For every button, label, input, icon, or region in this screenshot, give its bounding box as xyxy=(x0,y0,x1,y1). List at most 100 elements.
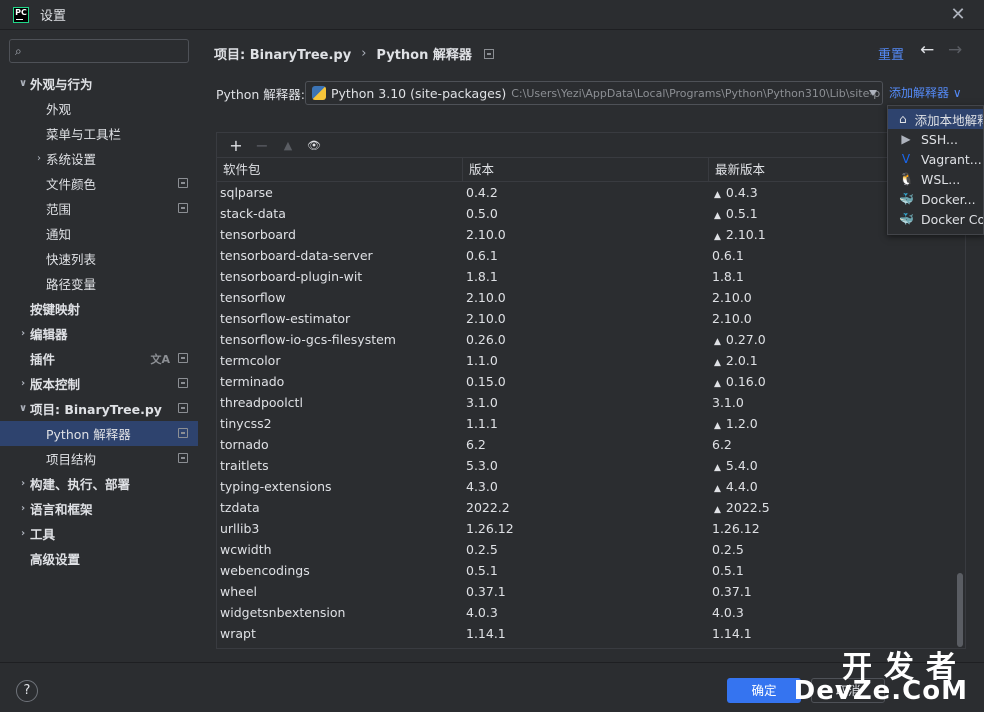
menu-item[interactable]: ⌂ 添加本地解释器 xyxy=(888,109,983,129)
table-row[interactable]: threadpoolctl 3.1.0 3.1.0 xyxy=(217,392,965,413)
sidebar-item[interactable]: 范围 xyxy=(0,196,198,221)
table-row[interactable]: traitlets 5.3.0 ▲ 5.4.0 xyxy=(217,455,965,476)
table-row[interactable]: terminado 0.15.0 ▲ 0.16.0 xyxy=(217,371,965,392)
latest-version-text: 4.4.0 xyxy=(725,479,758,494)
sidebar-item-label: 构建、执行、部署 xyxy=(30,477,131,492)
package-version: 0.6.1 xyxy=(466,248,498,263)
package-latest: 3.1.0 xyxy=(709,395,889,410)
table-row[interactable]: sqlparse 0.4.2 ▲ 0.4.3 xyxy=(217,182,965,203)
project-scope-icon xyxy=(178,353,188,363)
table-row[interactable]: tensorboard-plugin-wit 1.8.1 1.8.1 xyxy=(217,266,965,287)
terminal-icon: ▶ xyxy=(901,132,911,146)
breadcrumb-page: Python 解释器 xyxy=(376,48,472,63)
chevron-right-icon[interactable]: › xyxy=(16,503,30,514)
chevron-right-icon[interactable]: › xyxy=(16,528,30,539)
add-package-button[interactable]: + xyxy=(223,136,249,155)
table-row[interactable]: tzdata 2022.2 ▲ 2022.5 xyxy=(217,497,965,518)
table-row[interactable]: tensorflow-estimator 2.10.0 2.10.0 xyxy=(217,308,965,329)
sidebar-item[interactable]: 项目结构 xyxy=(0,446,198,471)
chevron-down-icon[interactable]: ∨ xyxy=(16,78,30,89)
close-button[interactable]: ✕ xyxy=(948,5,968,25)
sidebar-item-label: 通知 xyxy=(46,227,72,242)
package-name: wcwidth xyxy=(220,542,272,557)
table-row[interactable]: tensorboard 2.10.0 ▲ 2.10.1 xyxy=(217,224,965,245)
menu-item[interactable]: ▶ SSH... xyxy=(888,129,983,149)
sidebar-item[interactable]: 高级设置 xyxy=(0,546,198,571)
column-header-package[interactable]: 软件包 xyxy=(217,158,463,181)
sidebar-item[interactable]: › 构建、执行、部署 xyxy=(0,471,198,496)
sidebar-item[interactable]: › 系统设置 xyxy=(0,146,198,171)
sidebar-item[interactable]: 外观 xyxy=(0,96,198,121)
menu-item[interactable]: 🐧 WSL... xyxy=(888,169,983,189)
sidebar-item[interactable]: 路径变量 xyxy=(0,271,198,296)
table-row[interactable]: wrapt 1.14.1 1.14.1 xyxy=(217,623,965,642)
chevron-right-icon[interactable]: › xyxy=(16,478,30,489)
table-row[interactable]: tensorflow 2.10.0 2.10.0 xyxy=(217,287,965,308)
menu-item[interactable]: V Vagrant... xyxy=(888,149,983,169)
table-row[interactable]: webencodings 0.5.1 0.5.1 xyxy=(217,560,965,581)
docker-icon: 🐳 xyxy=(899,192,914,206)
sidebar-item[interactable]: › 版本控制 xyxy=(0,371,198,396)
sidebar-item-label: 插件 xyxy=(30,352,56,367)
vertical-scrollbar[interactable] xyxy=(957,573,963,647)
upgrade-available-icon: ▲ xyxy=(714,211,721,221)
table-row[interactable]: tensorflow-io-gcs-filesystem 0.26.0 ▲ 0.27.… xyxy=(217,329,965,350)
sidebar-item[interactable]: 快速列表 xyxy=(0,246,198,271)
table-row[interactable]: wcwidth 0.2.5 0.2.5 xyxy=(217,539,965,560)
upgrade-package-button[interactable]: ▲ xyxy=(275,139,301,152)
sidebar-item[interactable]: 文件颜色 xyxy=(0,171,198,196)
package-name: wheel xyxy=(220,584,257,599)
package-latest: ▲ 0.5.1 xyxy=(709,206,889,221)
sidebar-item[interactable]: Python 解释器 xyxy=(0,421,198,446)
latest-version-text: 4.0.3 xyxy=(712,605,744,620)
menu-item-label: WSL... xyxy=(921,171,961,187)
menu-item[interactable]: 🐳 Docker Compose... xyxy=(888,209,983,229)
column-header-version[interactable]: 版本 xyxy=(463,158,709,181)
table-row[interactable]: wheel 0.37.1 0.37.1 xyxy=(217,581,965,602)
table-row[interactable]: stack-data 0.5.0 ▲ 0.5.1 xyxy=(217,203,965,224)
table-row[interactable]: termcolor 1.1.0 ▲ 2.0.1 xyxy=(217,350,965,371)
show-early-releases-button[interactable]: 👁 xyxy=(301,139,327,152)
help-button[interactable]: ? xyxy=(16,680,38,702)
sidebar-item[interactable]: 按键映射 xyxy=(0,296,198,321)
cancel-button[interactable]: 取消 xyxy=(811,678,885,703)
search-input[interactable] xyxy=(25,44,176,58)
ok-button[interactable]: 确定 xyxy=(727,678,801,703)
package-name: terminado xyxy=(220,374,285,389)
table-row[interactable]: tensorboard-data-server 0.6.1 0.6.1 xyxy=(217,245,965,266)
breadcrumb-project[interactable]: 项目: BinaryTree.py xyxy=(214,44,351,63)
sidebar-item-label: 编辑器 xyxy=(30,327,68,342)
packages-table-body: sqlparse 0.4.2 ▲ 0.4.3 stack-data 0.5.0 ▲ 0.5.1… xyxy=(217,182,965,642)
add-interpreter-link[interactable]: 添加解释器 ∨ xyxy=(889,84,962,101)
sidebar-item[interactable]: 菜单与工具栏 xyxy=(0,121,198,146)
chevron-right-icon[interactable]: › xyxy=(16,328,30,339)
sidebar-item[interactable]: ∨ 外观与行为 xyxy=(0,71,198,96)
table-row[interactable]: typing-extensions 4.3.0 ▲ 4.4.0 xyxy=(217,476,965,497)
sidebar-item[interactable]: › 编辑器 xyxy=(0,321,198,346)
sidebar-item-label: 按键映射 xyxy=(30,302,81,317)
sidebar-item[interactable]: › 工具 xyxy=(0,521,198,546)
menu-item[interactable]: 🐳 Docker... xyxy=(888,189,983,209)
package-version: 2.10.0 xyxy=(466,311,506,326)
chevron-right-icon[interactable]: › xyxy=(32,153,46,164)
package-name: urllib3 xyxy=(220,521,260,536)
back-arrow-icon[interactable]: ← xyxy=(920,40,934,60)
chevron-down-icon[interactable]: ∨ xyxy=(16,403,30,414)
sidebar-item[interactable]: 通知 xyxy=(0,221,198,246)
table-row[interactable]: widgetsnbextension 4.0.3 4.0.3 xyxy=(217,602,965,623)
sidebar-item[interactable]: › 语言和框架 xyxy=(0,496,198,521)
table-row[interactable]: urllib3 1.26.12 1.26.12 xyxy=(217,518,965,539)
chevron-right-icon[interactable]: › xyxy=(16,378,30,389)
interpreter-select[interactable]: Python 3.10 (site-packages) C:\Users\Yez… xyxy=(305,81,883,105)
package-name: widgetsnbextension xyxy=(220,605,346,620)
table-row[interactable]: tornado 6.2 6.2 xyxy=(217,434,965,455)
sidebar-item[interactable]: 插件 文A xyxy=(0,346,198,371)
reset-link[interactable]: 重置 xyxy=(878,44,904,63)
package-name: tinycss2 xyxy=(220,416,272,431)
table-row[interactable]: tinycss2 1.1.1 ▲ 1.2.0 xyxy=(217,413,965,434)
sidebar-item[interactable]: ∨ 项目: BinaryTree.py xyxy=(0,396,198,421)
column-header-latest[interactable]: 最新版本 xyxy=(709,158,889,181)
remove-package-button[interactable]: − xyxy=(249,136,275,155)
linux-icon: 🐧 xyxy=(899,172,914,186)
settings-search-field[interactable]: ⌕ xyxy=(9,39,189,63)
